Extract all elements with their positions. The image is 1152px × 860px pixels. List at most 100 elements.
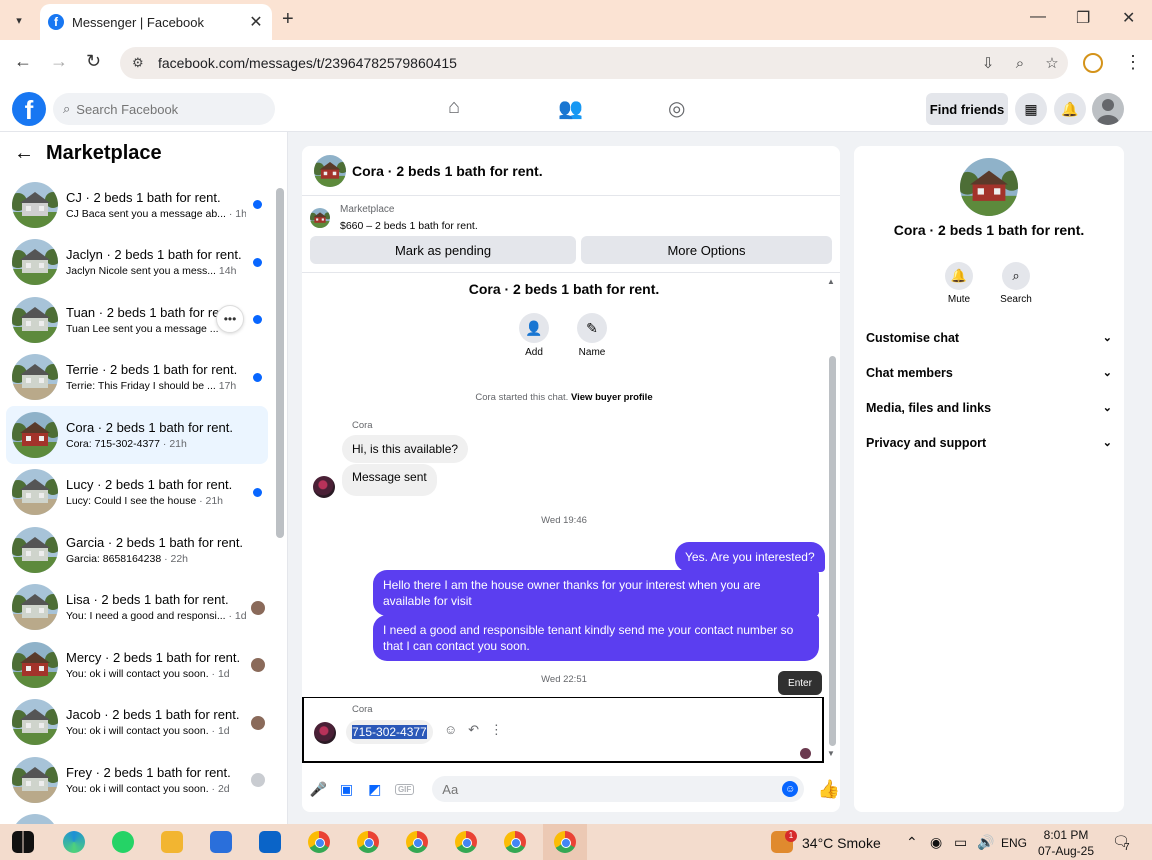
- search-action[interactable]: ⌕ Search: [991, 262, 1041, 305]
- search-icon[interactable]: ⌕: [1002, 262, 1030, 290]
- profile-icon[interactable]: [1083, 53, 1103, 73]
- reload-icon[interactable]: ↻: [86, 51, 101, 72]
- back-icon[interactable]: ←: [14, 51, 32, 72]
- sticker-icon[interactable]: ◩: [361, 781, 389, 798]
- tab-search-menu-icon[interactable]: ▾: [6, 8, 32, 32]
- name-action[interactable]: ✎ Name: [562, 313, 622, 358]
- notifications-bell-icon[interactable]: 🔔: [1054, 93, 1086, 125]
- more-options-icon[interactable]: •••: [216, 305, 244, 333]
- sender-avatar[interactable]: [313, 476, 335, 498]
- install-app-icon[interactable]: ⇩: [972, 54, 1004, 72]
- incoming-message[interactable]: Message sent: [342, 464, 437, 496]
- browser-tab[interactable]: f Messenger | Facebook ✕: [40, 4, 272, 40]
- microphone-icon[interactable]: 🎤: [304, 781, 332, 798]
- bookmark-star-icon[interactable]: ☆: [1036, 54, 1068, 72]
- home-icon[interactable]: ⌂: [448, 96, 460, 119]
- more-actions-icon[interactable]: ⋮: [490, 722, 503, 737]
- incoming-message[interactable]: Hi, is this available?: [342, 435, 469, 463]
- react-emoji-icon[interactable]: ☺: [444, 722, 457, 737]
- chat-avatar[interactable]: [314, 154, 346, 187]
- whatsapp-icon[interactable]: [112, 831, 134, 853]
- conversation-item[interactable]: Mercy · 2 beds 1 bath for rent. You: ok i…: [6, 636, 268, 694]
- gif-icon[interactable]: GIF: [394, 783, 415, 795]
- language-indicator[interactable]: ENG: [1001, 836, 1027, 850]
- friends-icon[interactable]: 👥: [558, 96, 583, 121]
- list-scrollbar[interactable]: [276, 188, 284, 538]
- weather-text[interactable]: 34°C Smoke: [802, 835, 881, 851]
- scroll-up-icon[interactable]: ▲: [827, 277, 835, 286]
- volume-icon[interactable]: 🔊: [977, 834, 994, 851]
- site-info-icon[interactable]: ⚙: [132, 55, 152, 71]
- outgoing-message[interactable]: Hello there I am the house owner thanks …: [373, 570, 819, 617]
- conversation-item[interactable]: Frey · 2 beds 1 bath for rent. You: ok i …: [6, 751, 268, 809]
- thumbs-up-icon[interactable]: 👍: [818, 779, 840, 800]
- new-tab-icon[interactable]: +: [282, 8, 294, 31]
- close-window-icon[interactable]: ✕: [1122, 8, 1135, 28]
- conversation-item[interactable]: Terrie · 2 beds 1 bath for rent. Terrie: …: [6, 349, 268, 407]
- back-arrow-icon[interactable]: ←: [14, 142, 34, 165]
- reply-icon[interactable]: ↶: [468, 722, 479, 737]
- omnibox[interactable]: ⚙ facebook.com/messages/t/23964782579860…: [120, 47, 1068, 79]
- close-tab-icon[interactable]: ✕: [246, 12, 266, 32]
- outgoing-message[interactable]: I need a good and responsible tenant kin…: [373, 615, 819, 662]
- chrome-profile-icon[interactable]: [308, 831, 330, 853]
- add-person-action[interactable]: 👤 Add: [504, 313, 564, 358]
- conversation-item[interactable]: Jaclyn · 2 beds 1 bath for rent. Jaclyn N…: [6, 234, 268, 292]
- contact-avatar[interactable]: [960, 158, 1018, 216]
- conversation-item[interactable]: Steven · 2 beds 1 bath for rent.: [6, 809, 268, 824]
- more-options-button[interactable]: More Options: [581, 236, 832, 264]
- section-customise-chat[interactable]: Customise chat ⌄: [866, 331, 1112, 345]
- facebook-search-input[interactable]: [76, 101, 257, 117]
- conversation-item[interactable]: Garcia · 2 beds 1 bath for rent. Garcia: …: [6, 521, 268, 579]
- start-windows-icon[interactable]: [12, 831, 34, 853]
- listing-info[interactable]: Marketplace $660 – 2 beds 1 bath for ren…: [310, 204, 478, 232]
- browser-menu-icon[interactable]: ⋮: [1124, 52, 1142, 73]
- edit-pencil-icon[interactable]: ✎: [577, 313, 607, 343]
- message-input[interactable]: [442, 781, 783, 797]
- chrome-profile-icon[interactable]: [504, 831, 526, 853]
- outgoing-message[interactable]: Yes. Are you interested?: [675, 542, 825, 573]
- clock-date[interactable]: 07-Aug-25: [1036, 844, 1096, 858]
- chat-title[interactable]: Cora · 2 beds 1 bath for rent.: [352, 163, 543, 179]
- minimize-icon[interactable]: —: [1030, 8, 1046, 26]
- forward-icon[interactable]: →: [50, 51, 68, 72]
- chat-scrollbar[interactable]: [829, 356, 836, 746]
- edge-browser-icon[interactable]: [63, 831, 85, 853]
- location-icon[interactable]: ◉: [930, 834, 942, 851]
- photo-icon[interactable]: ▣: [332, 781, 360, 798]
- selected-phone-text[interactable]: 715-302-4377: [352, 725, 427, 739]
- section-chat-members[interactable]: Chat members ⌄: [866, 366, 1112, 380]
- mute-action[interactable]: 🔔 Mute: [934, 262, 984, 305]
- facebook-logo-icon[interactable]: f: [12, 92, 46, 126]
- conversation-item[interactable]: Lucy · 2 beds 1 bath for rent. Lucy: Coul…: [6, 464, 268, 522]
- facebook-search[interactable]: ⌕: [53, 93, 275, 125]
- conversation-item[interactable]: CJ · 2 beds 1 bath for rent. CJ Baca sent…: [6, 176, 268, 234]
- scroll-down-icon[interactable]: ▼: [827, 749, 835, 758]
- groups-icon[interactable]: ◎: [668, 96, 685, 121]
- section-media-files-links[interactable]: Media, files and links ⌄: [866, 401, 1112, 415]
- account-avatar[interactable]: [1092, 93, 1124, 125]
- menu-grid-icon[interactable]: ▦: [1015, 93, 1047, 125]
- message-field[interactable]: ☺: [432, 776, 804, 802]
- section-privacy-support[interactable]: Privacy and support ⌄: [866, 436, 1112, 450]
- add-person-icon[interactable]: 👤: [519, 313, 549, 343]
- zoom-icon[interactable]: ⌕: [1004, 55, 1036, 72]
- outlook-icon[interactable]: [259, 831, 281, 853]
- emoji-icon[interactable]: ☺: [782, 781, 799, 797]
- network-icon[interactable]: ▭: [954, 834, 967, 851]
- chrome-profile-icon[interactable]: [455, 831, 477, 853]
- view-buyer-profile-link[interactable]: View buyer profile: [571, 392, 653, 403]
- chrome-profile-icon[interactable]: [406, 831, 428, 853]
- file-explorer-icon[interactable]: [161, 831, 183, 853]
- mark-as-pending-button[interactable]: Mark as pending: [310, 236, 576, 264]
- chrome-profile-icon[interactable]: [357, 831, 379, 853]
- chevron-up-icon[interactable]: ⌃: [906, 834, 918, 851]
- conversation-item[interactable]: Tuan · 2 beds 1 bath for rent. Tuan Lee s…: [6, 291, 268, 349]
- conversation-item[interactable]: Jacob · 2 beds 1 bath for rent. You: ok i…: [6, 694, 268, 752]
- conversation-item[interactable]: Lisa · 2 beds 1 bath for rent. You: I nee…: [6, 579, 268, 637]
- incoming-message[interactable]: 715-302-4377: [346, 720, 433, 744]
- selected-message-row[interactable]: Cora 715-302-4377 ☺ ↶ ⋮: [302, 697, 824, 763]
- restore-icon[interactable]: ❐: [1076, 8, 1090, 28]
- chrome-profile-icon[interactable]: [554, 831, 576, 853]
- find-friends-button[interactable]: Find friends: [926, 93, 1008, 125]
